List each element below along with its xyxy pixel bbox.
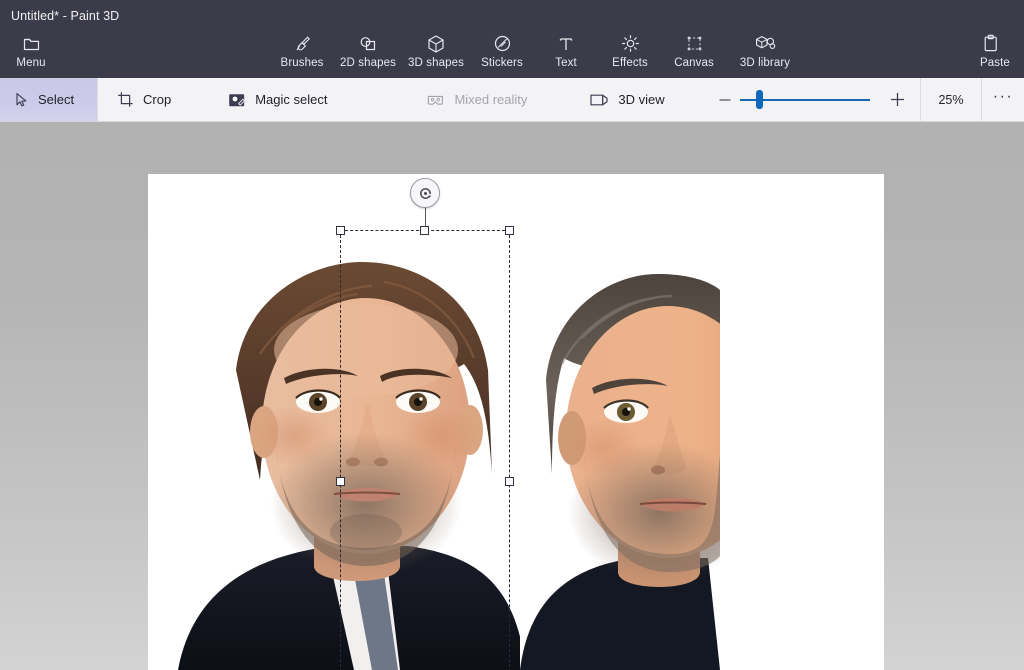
more-options-button[interactable]: ··· — [982, 78, 1024, 122]
paste-icon — [982, 33, 1000, 54]
zoom-slider[interactable] — [740, 85, 870, 115]
ribbon-item-effects[interactable]: Effects — [598, 32, 662, 69]
zoom-in-button[interactable] — [882, 85, 912, 115]
ribbon-label-canvas: Canvas — [674, 57, 714, 69]
ribbon-label-text: Text — [555, 57, 577, 69]
ribbon-label-effects: Effects — [612, 57, 648, 69]
ribbon-label-brushes: Brushes — [280, 57, 324, 69]
ribbon-label-3d-shapes: 3D shapes — [408, 57, 464, 69]
select-tool-label: Select — [38, 92, 75, 107]
crop-tool-button[interactable]: Crop — [98, 78, 186, 121]
crop-tool-label: Crop — [143, 92, 172, 107]
magic-select-label: Magic select — [255, 92, 328, 107]
mixed-reality-button: Mixed reality — [342, 78, 542, 121]
mixed-reality-label: Mixed reality — [454, 92, 528, 107]
3d-library-icon — [755, 33, 776, 54]
menu-button[interactable]: Menu — [0, 32, 62, 69]
3d-view-button[interactable]: 3D view — [542, 78, 679, 121]
3d-shapes-icon — [427, 33, 445, 54]
rotate-handle-button[interactable] — [410, 178, 440, 208]
text-icon — [557, 33, 575, 54]
3d-view-icon — [589, 92, 609, 108]
magic-select-icon — [228, 92, 246, 108]
title-bar: Untitled* - Paint 3D — [0, 0, 1024, 32]
3d-view-label: 3D view — [618, 92, 665, 107]
zoom-out-button[interactable] — [710, 85, 740, 115]
ribbon-item-stickers[interactable]: Stickers — [470, 32, 534, 69]
zoom-level-value[interactable]: 25% — [920, 78, 982, 122]
artwork-composite-portrait — [148, 174, 884, 670]
plus-icon — [890, 93, 904, 106]
window-title: Untitled* - Paint 3D — [11, 9, 120, 23]
menu-label: Menu — [16, 57, 46, 69]
ribbon-label-3d-library: 3D library — [739, 57, 791, 69]
mixed-reality-icon — [426, 92, 445, 108]
paste-button[interactable]: Paste — [980, 32, 1024, 69]
ribbon-item-canvas[interactable]: Canvas — [662, 32, 726, 69]
secondary-toolbar: Select Crop Magic select Mixed reality 3… — [0, 78, 1024, 122]
folder-icon — [23, 33, 40, 54]
ribbon-label-stickers: Stickers — [481, 57, 523, 69]
rotate-icon — [419, 187, 431, 199]
ribbon-item-2d-shapes[interactable]: 2D shapes — [334, 32, 402, 69]
zoom-controls — [702, 78, 920, 121]
zoom-slider-thumb[interactable] — [755, 90, 763, 109]
ribbon-label-2d-shapes: 2D shapes — [340, 57, 396, 69]
cursor-arrow-icon — [14, 92, 29, 108]
magic-select-button[interactable]: Magic select — [186, 78, 342, 121]
2d-shapes-icon — [358, 33, 378, 54]
ribbon-item-3d-library[interactable]: 3D library — [726, 32, 804, 69]
canvas-icon — [685, 33, 704, 54]
crop-icon — [117, 91, 134, 108]
ribbon-toolbar: Menu Brushes 2D shapes 3D shapes Sticker… — [0, 32, 1024, 78]
ribbon-item-3d-shapes[interactable]: 3D shapes — [402, 32, 470, 69]
ribbon-item-text[interactable]: Text — [534, 32, 598, 69]
image-canvas[interactable] — [148, 174, 884, 670]
stickers-icon — [493, 33, 512, 54]
effects-icon — [621, 33, 640, 54]
canvas-workspace[interactable] — [0, 122, 1024, 670]
select-tool-button[interactable]: Select — [0, 78, 97, 121]
minus-icon — [719, 98, 731, 101]
paste-label: Paste — [980, 57, 1010, 69]
ribbon-item-brushes[interactable]: Brushes — [270, 32, 334, 69]
brush-icon — [293, 33, 312, 54]
